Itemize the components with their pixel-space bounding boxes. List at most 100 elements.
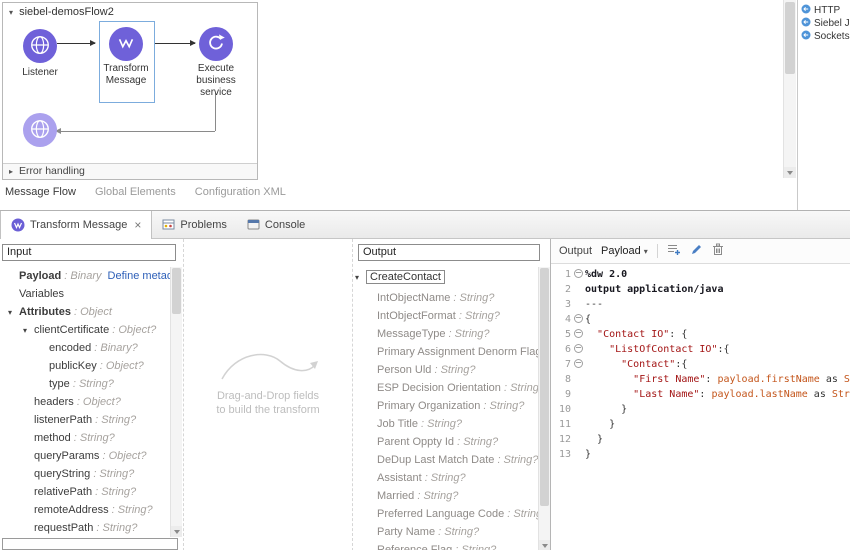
code-line[interactable]: 1%dw 2.0 [551, 267, 850, 282]
console-icon [247, 218, 260, 231]
scrollbar-thumb[interactable] [785, 2, 795, 74]
output-tree-item[interactable]: Person Uld : String? [353, 361, 538, 379]
fold-icon[interactable] [574, 344, 583, 353]
expand-arrow-icon[interactable]: ▸ [9, 164, 13, 179]
tab-problems[interactable]: Problems [152, 211, 236, 238]
collapse-arrow-icon[interactable]: ▾ [355, 270, 366, 286]
code-line[interactable]: 4{ [551, 312, 850, 327]
fold-icon[interactable] [574, 359, 583, 368]
code-line[interactable]: 7 "Contact":{ [551, 357, 850, 372]
input-filter-field[interactable] [2, 538, 178, 550]
error-handling-section[interactable]: ▸ Error handling [3, 163, 257, 179]
dataweave-code-panel: Output Payload ▾ [550, 239, 850, 550]
code-line[interactable]: 12 } [551, 432, 850, 447]
code-output-label[interactable]: Output [559, 245, 592, 257]
field-type: : String? [494, 454, 538, 466]
output-tree-item[interactable]: Preferred Language Code : String? [353, 505, 538, 523]
input-tree-item[interactable]: Variables [0, 285, 170, 303]
output-root-row[interactable]: ▾CreateContact [355, 269, 445, 287]
output-tree-item[interactable]: Primary Organization : String? [353, 397, 538, 415]
output-tree-item[interactable]: Parent Oppty Id : String? [353, 433, 538, 451]
mapping-lane[interactable]: Drag-and-Drop fields to build the transf… [183, 239, 353, 550]
execute-business-service-node[interactable] [199, 27, 233, 61]
scroll-down-arrow[interactable] [539, 540, 550, 550]
define-metadata-link[interactable]: Define metadata [108, 270, 170, 282]
input-header-field[interactable]: Input [2, 244, 176, 261]
scrollbar-thumb[interactable] [540, 268, 549, 506]
output-tree-item[interactable]: ESP Decision Orientation : String? [353, 379, 538, 397]
input-tree-item[interactable]: queryParams : Object? [0, 447, 170, 465]
input-tree-item[interactable]: ▾clientCertificate : Object? [0, 321, 170, 339]
expand-arrow-icon[interactable]: ▾ [8, 304, 19, 321]
error-handler-node[interactable] [23, 113, 57, 147]
output-tree-item[interactable]: Primary Assignment Denorm Flag : String? [353, 343, 538, 361]
input-tree-item[interactable]: publicKey : Object? [0, 357, 170, 375]
output-tree-item[interactable]: Married : String? [353, 487, 538, 505]
code-line[interactable]: 13} [551, 447, 850, 462]
transform-message-node[interactable] [109, 27, 143, 61]
code-line[interactable]: 6 "ListOfContact IO":{ [551, 342, 850, 357]
payload-dropdown[interactable]: Payload ▾ [601, 245, 648, 257]
output-tree-item[interactable]: MessageType : String? [353, 325, 538, 343]
code-line[interactable]: 5 "Contact IO": { [551, 327, 850, 342]
input-tree-scrollbar[interactable] [170, 267, 182, 537]
flow-connector [57, 43, 95, 44]
fold-icon[interactable] [574, 314, 583, 323]
output-tree-item[interactable]: Job Title : String? [353, 415, 538, 433]
input-tree-item[interactable]: encoded : Binary? [0, 339, 170, 357]
input-tree-item[interactable]: headers : Object? [0, 393, 170, 411]
tab-console[interactable]: Console [237, 211, 315, 238]
scroll-down-arrow[interactable] [171, 526, 182, 537]
output-tree-item[interactable]: IntObjectName : String? [353, 289, 538, 307]
palette-item[interactable]: Sockets [798, 30, 850, 43]
trash-icon[interactable] [712, 243, 724, 259]
input-tree-item[interactable]: relativePath : String? [0, 483, 170, 501]
expand-arrow-icon[interactable]: ▾ [23, 322, 34, 339]
collapse-arrow-icon[interactable]: ▾ [9, 8, 13, 17]
field-name: Variables [19, 288, 64, 300]
code-line[interactable]: 11 } [551, 417, 850, 432]
palette-item[interactable]: Siebel JDB [798, 17, 850, 30]
input-tree-item[interactable]: queryString : String? [0, 465, 170, 483]
code-line[interactable]: 8 "First Name": payload.firstName as Str… [551, 372, 850, 387]
tab-message-flow[interactable]: Message Flow [5, 186, 76, 198]
output-root-name[interactable]: CreateContact [366, 270, 445, 284]
tab-configuration-xml[interactable]: Configuration XML [195, 186, 286, 198]
node-label: Listener [10, 67, 70, 79]
input-tree-item[interactable]: listenerPath : String? [0, 411, 170, 429]
fold-icon[interactable] [574, 329, 583, 338]
code-line[interactable]: 10 } [551, 402, 850, 417]
input-tree-item[interactable]: ▾Attributes : Object [0, 303, 170, 321]
flow-canvas[interactable]: ▾ siebel-demosFlow2 Listener [0, 0, 796, 210]
scroll-down-arrow[interactable] [784, 167, 796, 178]
output-tree-item[interactable]: DeDup Last Match Date : String? [353, 451, 538, 469]
palette-item[interactable]: HTTP [798, 4, 850, 17]
input-tree-item[interactable]: method : String? [0, 429, 170, 447]
edit-icon[interactable] [690, 243, 703, 259]
output-header-field[interactable]: Output [358, 244, 540, 261]
scrollbar-thumb[interactable] [172, 268, 181, 314]
output-tree-item[interactable]: IntObjectFormat : String? [353, 307, 538, 325]
input-tree-item[interactable]: Payload : BinaryDefine metadata [0, 267, 170, 285]
output-tree-item[interactable]: Reference Flag : String? [353, 541, 538, 550]
add-target-icon[interactable] [667, 243, 681, 259]
connector-palette: HTTP Siebel JDB Sockets [797, 0, 850, 210]
canvas-scrollbar[interactable] [783, 0, 796, 178]
fold-icon[interactable] [574, 269, 583, 278]
field-type: : String? [501, 382, 538, 394]
listener-node[interactable] [23, 29, 57, 63]
code-line[interactable]: 3--- [551, 297, 850, 312]
input-tree-item[interactable]: type : String? [0, 375, 170, 393]
output-tree-item[interactable]: Assistant : String? [353, 469, 538, 487]
code-line[interactable]: 9 "Last Name": payload.lastName as Strin… [551, 387, 850, 402]
input-tree-item[interactable]: remoteAddress : String? [0, 501, 170, 519]
close-tab-icon[interactable]: × [134, 218, 141, 232]
output-tree-scrollbar[interactable] [538, 267, 550, 550]
output-tree-item[interactable]: Party Name : String? [353, 523, 538, 541]
tab-transform-message[interactable]: Transform Message × [0, 211, 152, 239]
code-line[interactable]: 2output application/java [551, 282, 850, 297]
code-editor[interactable]: 1%dw 2.02output application/java3---4{5 … [551, 264, 850, 550]
flow-container[interactable]: ▾ siebel-demosFlow2 Listener [2, 2, 258, 180]
tab-global-elements[interactable]: Global Elements [95, 186, 176, 198]
input-tree-item[interactable]: requestPath : String? [0, 519, 170, 537]
